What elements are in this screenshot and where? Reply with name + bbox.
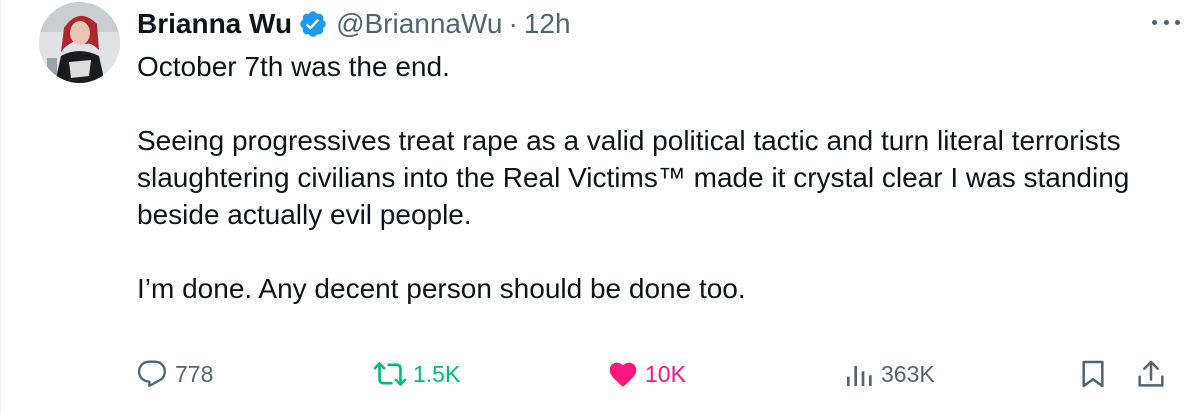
- tweet-text: October 7th was the end. Seeing progress…: [137, 48, 1187, 307]
- bookmark-button[interactable]: [1077, 352, 1109, 396]
- like-button[interactable]: 10K: [607, 352, 686, 396]
- author-name[interactable]: Brianna Wu: [137, 8, 292, 40]
- timestamp[interactable]: 12h: [524, 8, 571, 40]
- reply-count: 778: [175, 360, 214, 387]
- tweet-paragraph: Seeing progressives treat rape as a vali…: [137, 125, 1130, 230]
- retweet-icon: [373, 358, 407, 390]
- share-icon: [1135, 357, 1167, 391]
- more-dot: [1152, 19, 1157, 25]
- tweet-paragraph: October 7th was the end.: [137, 51, 450, 82]
- share-button[interactable]: [1135, 352, 1167, 396]
- reply-button[interactable]: 778: [137, 352, 213, 396]
- retweet-button[interactable]: 1.5K: [373, 352, 460, 396]
- bookmark-icon: [1077, 357, 1109, 391]
- retweet-count: 1.5K: [413, 360, 461, 387]
- tweet-paragraph: I’m done. Any decent person should be do…: [137, 273, 746, 304]
- separator: ·: [508, 8, 518, 39]
- tweet-header: Brianna Wu @BriannaWu · 12h: [137, 4, 571, 44]
- reply-icon: [137, 358, 169, 390]
- more-dot: [1175, 19, 1180, 25]
- views-count: 363K: [881, 360, 935, 387]
- like-count: 10K: [645, 360, 686, 387]
- more-dot: [1163, 19, 1169, 25]
- views-button[interactable]: 363K: [843, 352, 935, 396]
- avatar[interactable]: [39, 2, 120, 83]
- action-bar: 778 1.5K 10K 363K: [137, 352, 1177, 396]
- views-icon: [843, 358, 875, 390]
- author-handle[interactable]: @BriannaWu: [336, 8, 502, 40]
- more-icon[interactable]: [1152, 12, 1180, 32]
- verified-badge-icon: [298, 9, 328, 39]
- tweet: Brianna Wu @BriannaWu · 12h October 7th …: [0, 0, 1200, 413]
- heart-icon: [607, 358, 639, 390]
